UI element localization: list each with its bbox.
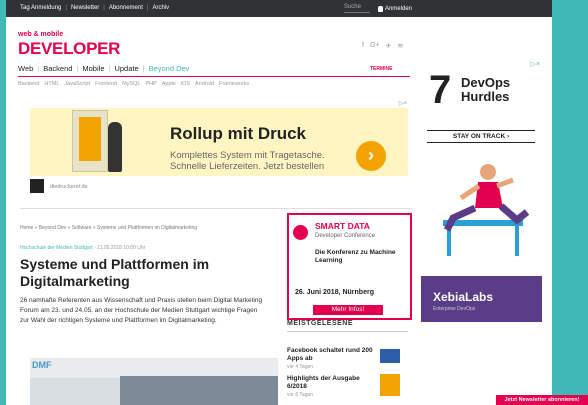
ad-title: SMART DATA bbox=[315, 221, 370, 231]
subnav-item[interactable]: Frameworks bbox=[219, 81, 249, 87]
facebook-thumbnail bbox=[380, 349, 400, 363]
nav-divider bbox=[18, 76, 410, 77]
ad-headline: Rollup mit Druck bbox=[170, 124, 307, 143]
arrow-right-icon[interactable]: › bbox=[356, 141, 386, 171]
article-title: Systeme und Plattformen im Digitalmarket… bbox=[20, 256, 210, 289]
brand-subtitle: Enterprise DevOps bbox=[433, 306, 476, 312]
article-source[interactable]: Hochschule der Medien Stuttgart bbox=[20, 245, 93, 251]
adchoices-icon[interactable]: ▷× bbox=[531, 60, 540, 68]
ad-number: 7 bbox=[429, 68, 452, 112]
top-link-archiv[interactable]: Archiv bbox=[152, 5, 169, 11]
nav-mobile[interactable]: Mobile bbox=[82, 64, 104, 73]
ad-date: 26. Juni 2018, Nürnberg bbox=[295, 289, 374, 296]
subnav-item[interactable]: Apple bbox=[162, 81, 176, 87]
top-link-abo[interactable]: Abonnement bbox=[109, 5, 143, 11]
top-link-newsletter[interactable]: Newsletter bbox=[71, 5, 99, 11]
dmf-logo: DMF bbox=[32, 360, 52, 370]
social-icons: f G+ ✈ ≋ bbox=[362, 42, 403, 50]
termine-link[interactable]: TERMINE bbox=[370, 66, 393, 72]
top-right: Suche Anmelden bbox=[343, 4, 412, 13]
facebook-icon[interactable]: f bbox=[362, 42, 364, 50]
person-image bbox=[108, 122, 122, 172]
magazine-thumbnail bbox=[380, 374, 400, 396]
breadcrumb[interactable]: Home » Beyond Dev » Software » Systeme u… bbox=[20, 225, 197, 231]
ad-banner-bg: Rollup mit Druck Komplettes System mit T… bbox=[30, 108, 408, 176]
ad-brand-url: diedruckerei.de bbox=[50, 184, 88, 190]
subnav-item[interactable]: PHP bbox=[145, 81, 156, 87]
subnav-item[interactable]: MySQL bbox=[122, 81, 140, 87]
twitter-icon[interactable]: ✈ bbox=[386, 42, 392, 50]
ad-subtitle: Developer Conference bbox=[315, 233, 376, 239]
article-meta: Hochschule der Medien Stuttgart · 11.05.… bbox=[20, 245, 146, 251]
brand-name: XebiaLabs bbox=[433, 290, 494, 304]
site-logo[interactable]: DEVELOPER bbox=[18, 39, 120, 59]
more-info-button[interactable]: Mehr Infos! bbox=[313, 305, 383, 315]
subnav-item[interactable]: HTML bbox=[44, 81, 59, 87]
subnav-item[interactable]: JavaScript bbox=[64, 81, 90, 87]
logo-tagline: web & mobile bbox=[18, 31, 64, 38]
subnav-item[interactable]: iOS bbox=[181, 81, 190, 87]
subnav-item[interactable]: Frontend bbox=[95, 81, 117, 87]
article-lead: 26 namhafte Referenten aus Wissenschaft … bbox=[20, 297, 263, 324]
subnav-item[interactable]: Android bbox=[195, 81, 214, 87]
ad-claim: Die Konferenz zu Machine Learning bbox=[315, 249, 396, 264]
most-read-heading: MEISTGELESENE bbox=[287, 320, 354, 327]
ad-smart-data[interactable]: SMART DATA Developer Conference Die Konf… bbox=[287, 213, 412, 320]
article-date: 11.05.2018 10:00 Uhr bbox=[97, 245, 146, 251]
top-link-login[interactable]: Tag Anmeldung bbox=[20, 5, 61, 11]
top-bar: Tag Anmeldung | Newsletter | Abonnement … bbox=[6, 0, 552, 17]
rss-icon[interactable]: ≋ bbox=[397, 42, 403, 50]
subnav-item[interactable]: Backend bbox=[18, 81, 39, 87]
xebialabs-logo: XebiaLabs Enterprise DevOps bbox=[421, 276, 542, 322]
top-links: Tag Anmeldung | Newsletter | Abonnement … bbox=[20, 5, 170, 11]
most-read-date: vor 6 Tagen bbox=[287, 392, 314, 398]
nav-backend[interactable]: Backend bbox=[43, 64, 72, 73]
login-button[interactable]: Anmelden bbox=[377, 5, 412, 12]
most-read-item[interactable]: Highlights der Ausgabe 6/2018 vor 6 Tage… bbox=[287, 375, 377, 399]
stay-on-track-button[interactable]: STAY ON TRACK › bbox=[427, 130, 535, 143]
most-read-item[interactable]: Facebook schaltet rund 200 Apps ab vor 4… bbox=[287, 347, 377, 371]
googleplus-icon[interactable]: G+ bbox=[370, 42, 380, 50]
login-label: Anmelden bbox=[384, 5, 412, 12]
most-read-title: Facebook schaltet rund 200 Apps ab bbox=[287, 347, 373, 362]
ad-devops[interactable]: ▷× 7 DevOps Hurdles STAY ON TRACK › Xebi… bbox=[421, 60, 542, 322]
gear-icon bbox=[293, 225, 308, 240]
nav-web[interactable]: Web bbox=[18, 64, 33, 73]
nav-beyond-dev[interactable]: Beyond Dev bbox=[149, 64, 190, 73]
sub-nav: Backend HTML JavaScript Frontend MySQL P… bbox=[18, 81, 249, 87]
ad-description: Komplettes System mit Tragetasche. Schne… bbox=[170, 150, 325, 172]
hurdle-runner-illustration bbox=[443, 164, 530, 256]
rollup-standee-image bbox=[72, 110, 108, 172]
divider bbox=[287, 331, 408, 332]
most-read-title: Highlights der Ausgabe 6/2018 bbox=[287, 375, 360, 390]
brand-logo-icon bbox=[30, 179, 44, 193]
adchoices-icon[interactable]: ▷× bbox=[399, 100, 407, 107]
ad-title: DevOps Hurdles bbox=[461, 75, 511, 104]
main-nav: Web | Backend | Mobile | Update | Beyond… bbox=[18, 64, 190, 73]
user-icon bbox=[377, 5, 383, 12]
divider bbox=[20, 208, 412, 209]
newsletter-subscribe-button[interactable]: Jetzt Newsletter abonnieren! bbox=[496, 395, 588, 405]
nav-update[interactable]: Update bbox=[114, 64, 138, 73]
article-image: DMF bbox=[30, 358, 278, 405]
search-input[interactable]: Suche bbox=[343, 4, 370, 13]
ad-banner-rollup[interactable]: ▷× Rollup mit Druck Komplettes System mi… bbox=[28, 99, 409, 195]
most-read-date: vor 4 Tagen bbox=[287, 364, 314, 370]
